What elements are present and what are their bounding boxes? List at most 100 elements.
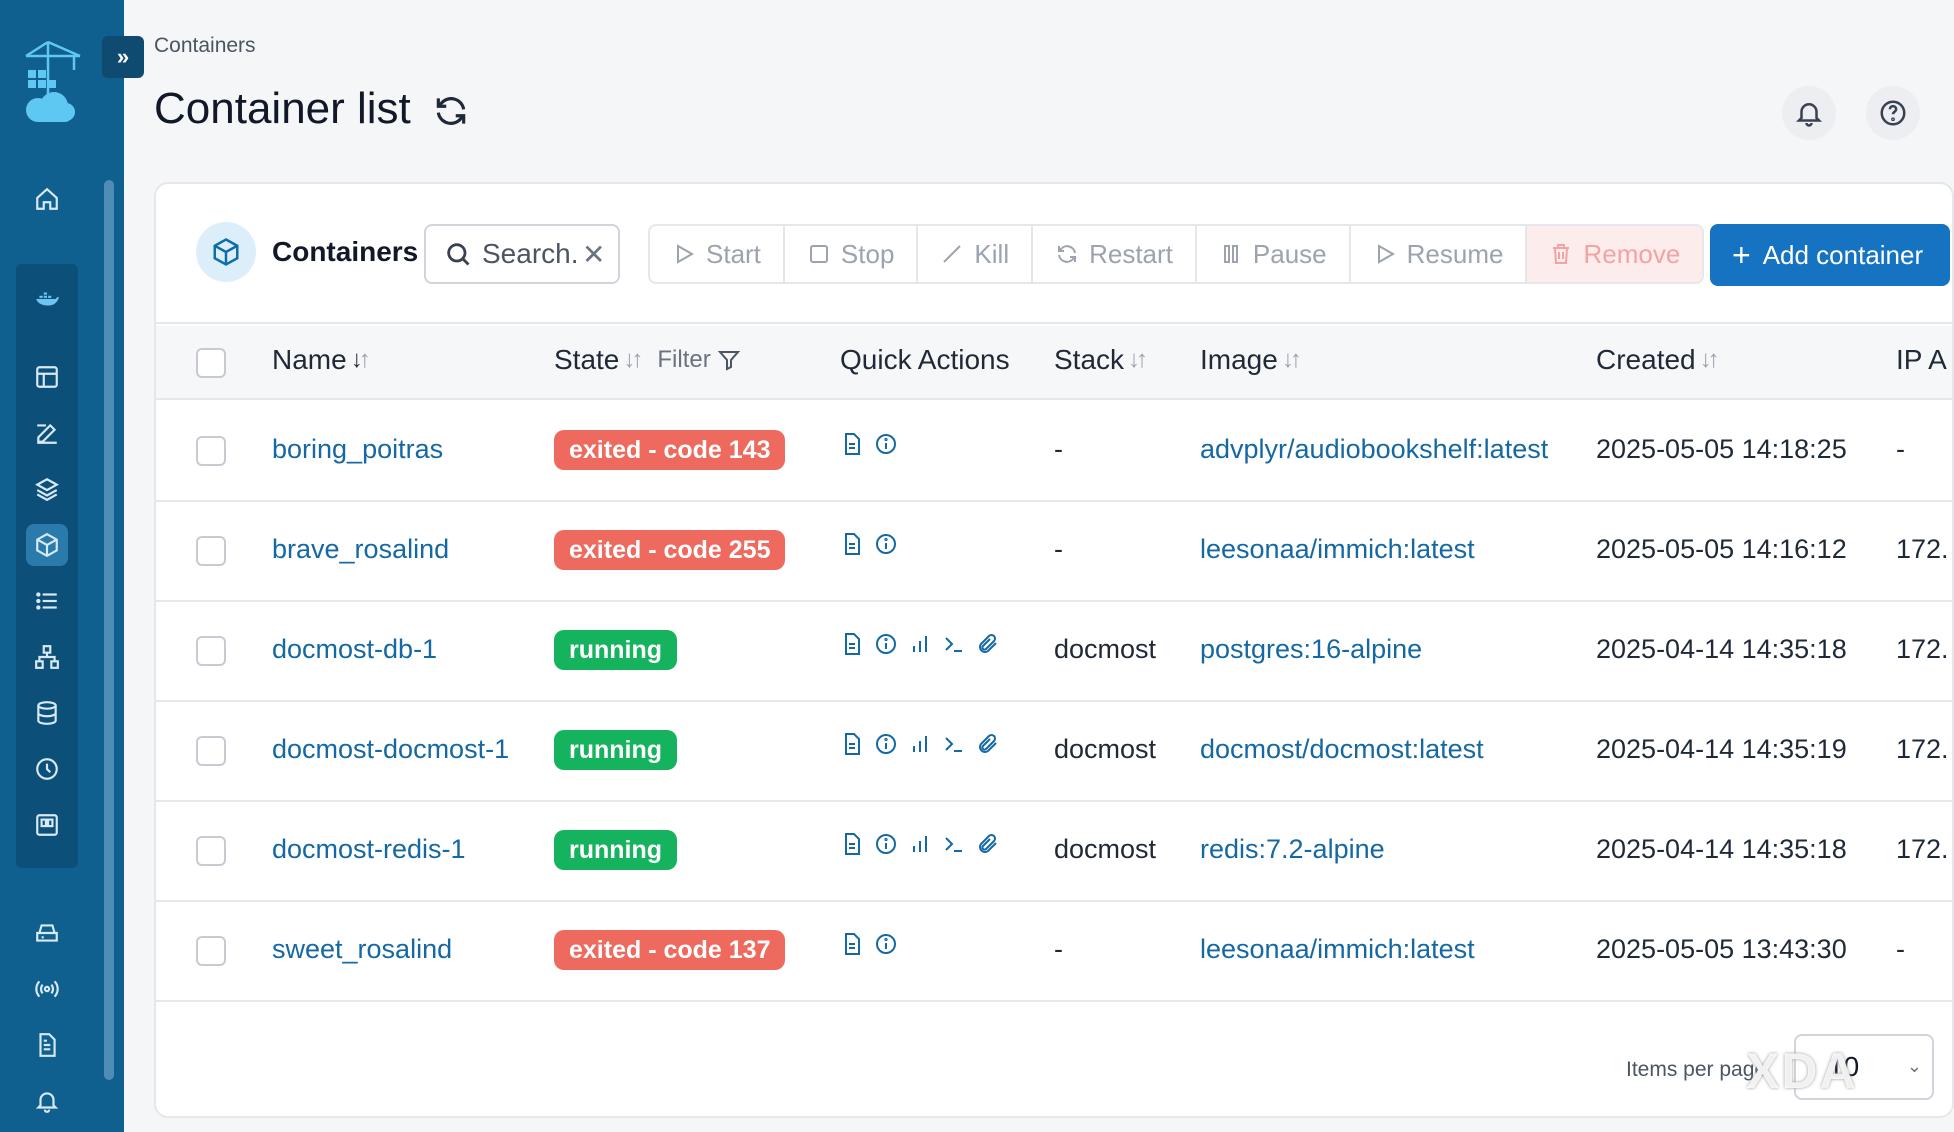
column-image[interactable]: Image ↓↑ — [1200, 344, 1302, 376]
image-link[interactable]: docmost/docmost:latest — [1200, 734, 1484, 765]
containers-card: Containers ✕ Start Stop Kill Restart — [154, 182, 1954, 1118]
remove-button[interactable]: Remove — [1527, 226, 1703, 282]
console-icon[interactable] — [942, 732, 966, 756]
start-button[interactable]: Start — [650, 226, 785, 282]
row-checkbox[interactable] — [196, 636, 226, 666]
column-name[interactable]: Name ↓↑ — [272, 344, 371, 376]
created-cell: 2025-05-05 14:18:25 — [1596, 434, 1847, 464]
container-name-link[interactable]: docmost-docmost-1 — [272, 734, 509, 765]
logs-document-icon[interactable] — [26, 1024, 68, 1066]
image-link[interactable]: postgres:16-alpine — [1200, 634, 1422, 665]
sort-icon[interactable]: ↓↑ — [623, 346, 643, 374]
stats-icon[interactable] — [908, 832, 932, 856]
row-checkbox[interactable] — [196, 836, 226, 866]
attach-paperclip-icon[interactable] — [976, 632, 1000, 656]
docker-icon[interactable] — [26, 278, 68, 320]
networks-icon[interactable] — [26, 636, 68, 678]
attach-paperclip-icon[interactable] — [976, 732, 1000, 756]
portainer-logo-icon[interactable] — [18, 36, 88, 126]
inspect-info-icon[interactable] — [874, 832, 898, 856]
restart-icon — [1058, 245, 1077, 263]
events-clock-icon[interactable] — [26, 748, 68, 790]
state-badge: running — [554, 830, 678, 870]
pause-icon — [1223, 245, 1238, 263]
column-created[interactable]: Created ↓↑ — [1596, 344, 1720, 376]
pause-button[interactable]: Pause — [1197, 226, 1351, 282]
plus-icon: + — [1732, 237, 1751, 273]
image-link[interactable]: leesonaa/immich:latest — [1200, 534, 1475, 565]
breadcrumb[interactable]: Containers — [154, 34, 256, 58]
logs-icon[interactable] — [840, 832, 864, 856]
add-container-button[interactable]: + Add container — [1710, 224, 1950, 286]
image-link[interactable]: leesonaa/immich:latest — [1200, 934, 1475, 965]
notifications-icon[interactable] — [26, 1080, 68, 1122]
resume-button[interactable]: Resume — [1351, 226, 1528, 282]
inspect-info-icon[interactable] — [874, 932, 898, 956]
state-filter[interactable]: Filter — [657, 346, 740, 374]
created-cell: 2025-05-05 14:16:12 — [1596, 534, 1847, 564]
home-icon[interactable] — [26, 178, 68, 220]
stack-cell: docmost — [1054, 734, 1157, 764]
search-box[interactable]: ✕ — [424, 224, 620, 284]
column-state[interactable]: State ↓↑ Filter — [554, 344, 741, 376]
attach-paperclip-icon[interactable] — [976, 832, 1000, 856]
image-link[interactable]: redis:7.2-alpine — [1200, 834, 1385, 865]
inspect-info-icon[interactable] — [874, 532, 898, 556]
container-name-link[interactable]: docmost-redis-1 — [272, 834, 466, 865]
image-link[interactable]: advplyr/audiobookshelf:latest — [1200, 434, 1548, 465]
card-title: Containers — [272, 236, 419, 267]
logs-icon[interactable] — [840, 732, 864, 756]
logs-icon[interactable] — [840, 532, 864, 556]
volumes-icon[interactable] — [26, 692, 68, 734]
stacks-icon[interactable] — [26, 468, 68, 510]
container-name-link[interactable]: boring_poitras — [272, 434, 443, 465]
search-input[interactable] — [482, 238, 578, 270]
stats-icon[interactable] — [908, 632, 932, 656]
container-name-link[interactable]: sweet_rosalind — [272, 934, 452, 965]
storage-icon[interactable] — [26, 912, 68, 954]
images-list-icon[interactable] — [26, 580, 68, 622]
dashboard-icon[interactable] — [26, 356, 68, 398]
logs-icon[interactable] — [840, 932, 864, 956]
sort-icon[interactable]: ↓↑ — [1282, 346, 1302, 374]
sidebar-scrollbar[interactable] — [104, 180, 114, 1080]
edit-icon[interactable] — [26, 412, 68, 454]
inspect-info-icon[interactable] — [874, 732, 898, 756]
ip-cell: - — [1896, 434, 1905, 464]
edge-radio-icon[interactable] — [26, 968, 68, 1010]
select-all-checkbox[interactable] — [196, 348, 226, 378]
state-badge: exited - code 143 — [554, 430, 786, 470]
chevron-down-icon: ⌄ — [1906, 1056, 1922, 1076]
logs-icon[interactable] — [840, 432, 864, 456]
restart-button[interactable]: Restart — [1033, 226, 1197, 282]
kill-button[interactable]: Kill — [918, 226, 1034, 282]
clear-search-icon[interactable]: ✕ — [582, 238, 605, 271]
column-stack[interactable]: Stack ↓↑ — [1054, 344, 1148, 376]
sort-desc-icon[interactable]: ↓↑ — [351, 346, 371, 374]
sort-icon[interactable]: ↓↑ — [1700, 346, 1720, 374]
inspect-info-icon[interactable] — [874, 432, 898, 456]
quick-actions — [840, 532, 898, 556]
container-name-link[interactable]: docmost-db-1 — [272, 634, 437, 665]
slash-icon — [943, 245, 962, 263]
stop-button[interactable]: Stop — [785, 226, 919, 282]
console-icon[interactable] — [942, 832, 966, 856]
row-checkbox[interactable] — [196, 736, 226, 766]
sort-icon[interactable]: ↓↑ — [1128, 346, 1148, 374]
row-checkbox[interactable] — [196, 936, 226, 966]
host-icon[interactable] — [26, 804, 68, 846]
refresh-icon[interactable] — [432, 92, 470, 130]
containers-icon[interactable] — [26, 524, 68, 566]
stats-icon[interactable] — [908, 732, 932, 756]
collapse-sidebar-button[interactable]: » — [102, 36, 144, 78]
notifications-bell-button[interactable] — [1782, 86, 1836, 140]
row-checkbox[interactable] — [196, 536, 226, 566]
container-cube-icon — [196, 222, 256, 282]
column-ip-address[interactable]: IP A — [1896, 344, 1947, 376]
logs-icon[interactable] — [840, 632, 864, 656]
container-name-link[interactable]: brave_rosalind — [272, 534, 449, 565]
console-icon[interactable] — [942, 632, 966, 656]
inspect-info-icon[interactable] — [874, 632, 898, 656]
help-button[interactable] — [1866, 86, 1920, 140]
row-checkbox[interactable] — [196, 436, 226, 466]
